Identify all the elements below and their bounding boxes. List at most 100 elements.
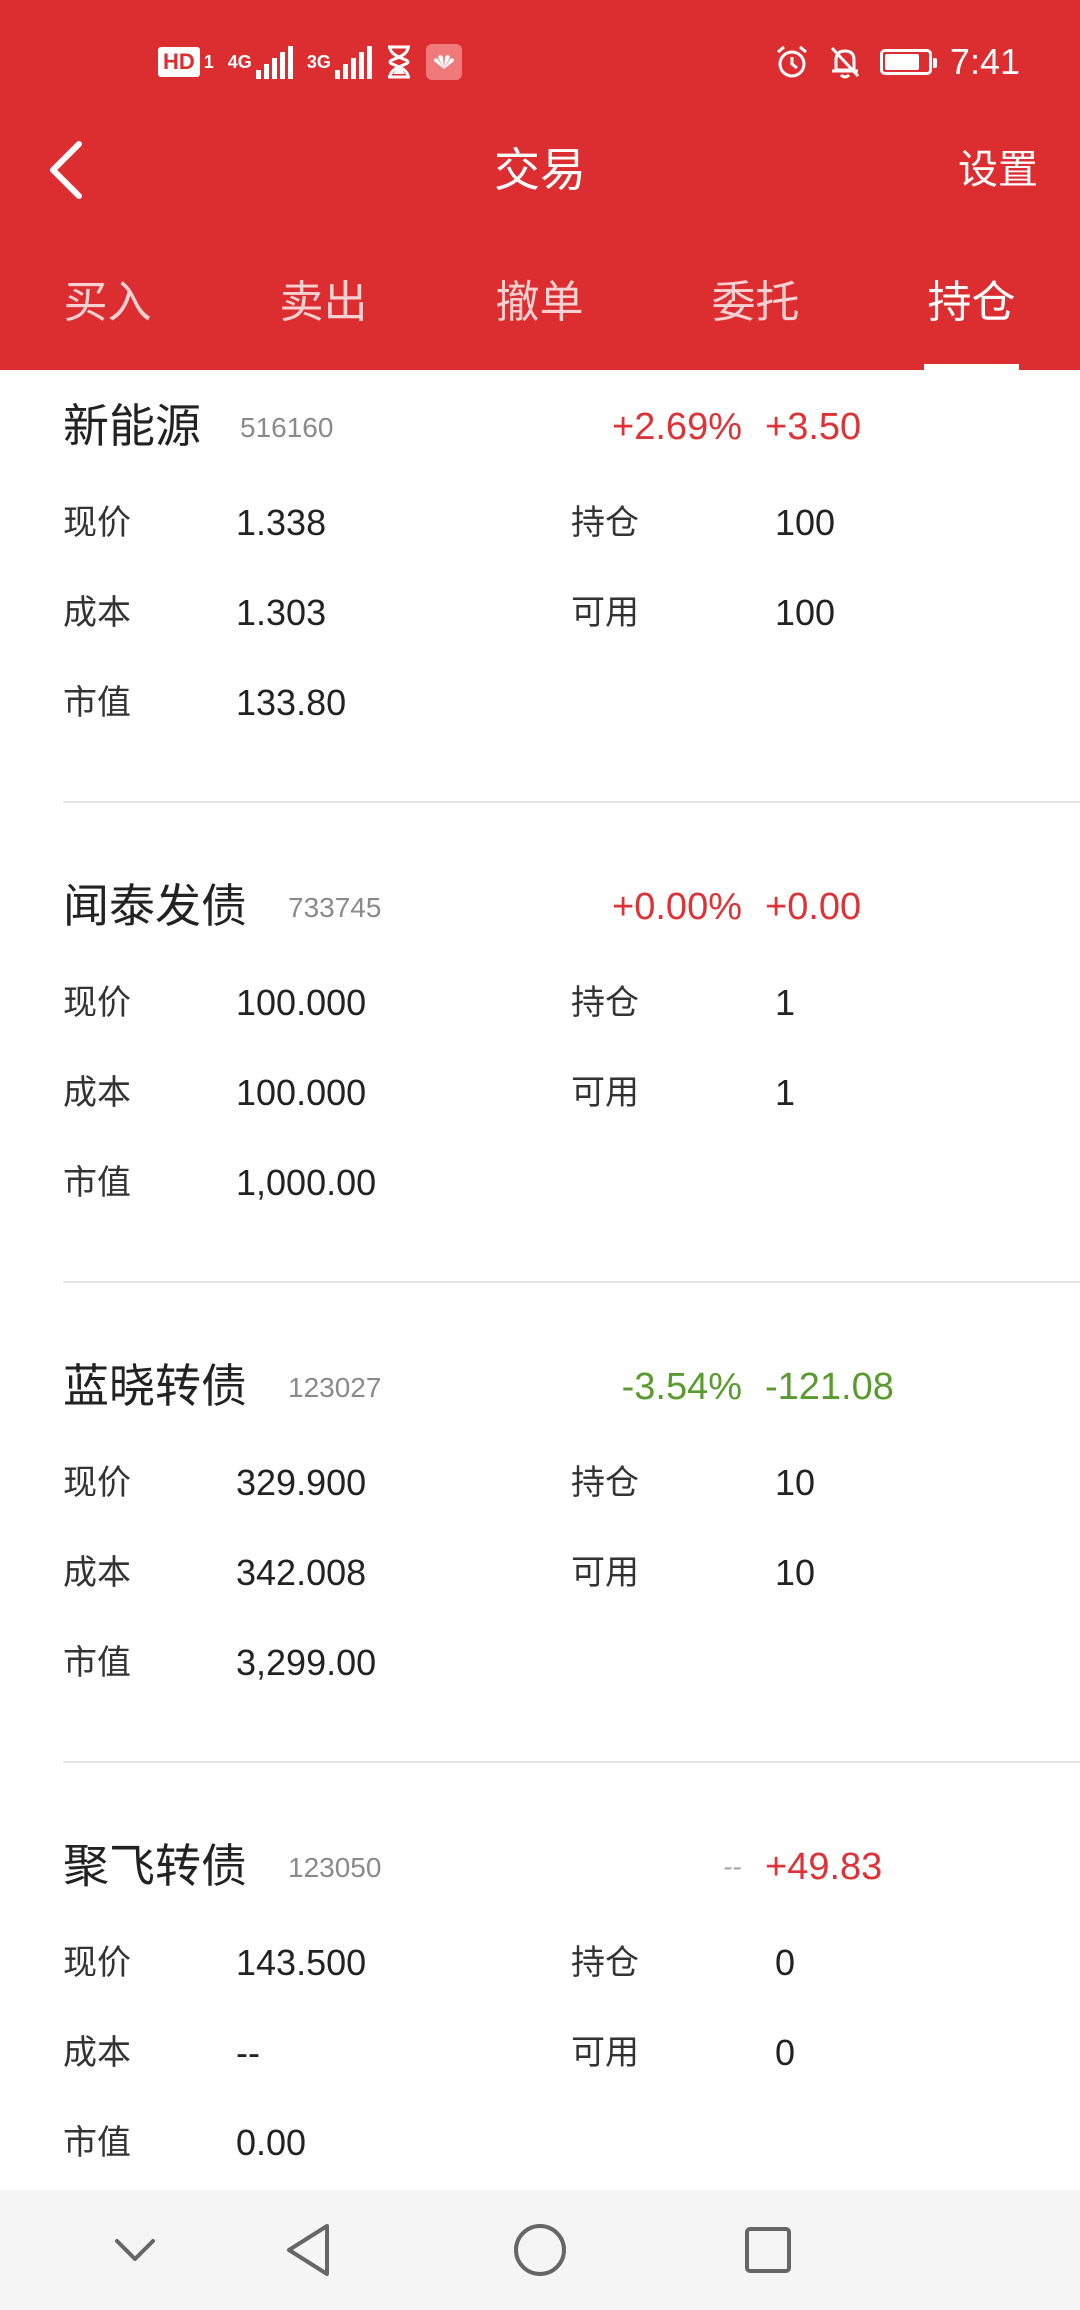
circle-home-icon	[514, 2224, 566, 2276]
tab-label: 撤单	[495, 278, 584, 327]
stock-code: 733745	[288, 892, 382, 923]
collapse-button[interactable]	[95, 2210, 175, 2290]
detail-row: 市值 3,299.00	[0, 1638, 1080, 1688]
stock-name: 蓝晓转债	[63, 1360, 247, 1412]
status-left: HD 1 4G 3G	[158, 42, 462, 82]
detail-row: 现价 100.000 持仓 1	[0, 978, 1080, 1028]
current-price-label: 现价	[63, 1464, 131, 1502]
available-label: 可用	[571, 594, 639, 632]
current-price-label: 现价	[63, 504, 131, 542]
market-value-value: 133.80	[236, 682, 347, 723]
tab-orders[interactable]: 委托	[708, 258, 803, 370]
market-value-label: 市值	[63, 684, 131, 722]
tab-bar: 买入 卖出 撤单 委托 持仓	[0, 258, 1080, 370]
cost-value: --	[236, 2032, 260, 2073]
tab-cancel-order[interactable]: 撤单	[492, 258, 587, 370]
detail-row: 成本 1.303 可用 100	[0, 588, 1080, 638]
cost-label: 成本	[63, 1074, 131, 1112]
market-value-label: 市值	[63, 1164, 131, 1202]
positions-list[interactable]: 新能源 516160 +2.69% +3.50 现价 1.338 持仓 100 …	[0, 370, 1080, 2190]
hourglass-icon	[387, 45, 410, 79]
holding-label: 持仓	[571, 504, 639, 542]
app-header: HD 1 4G 3G 7:41 交易 设置 买入 卖出 撤单 委托 持仓	[0, 0, 1080, 370]
detail-row: 市值 0.00	[0, 2118, 1080, 2168]
market-value-value: 3,299.00	[236, 1642, 377, 1683]
available-label: 可用	[571, 2034, 639, 2072]
current-price-value: 100.000	[236, 982, 367, 1023]
back-button[interactable]	[30, 130, 100, 210]
cost-value: 342.008	[236, 1552, 367, 1593]
holding-label: 持仓	[571, 984, 639, 1022]
detail-row: 成本 342.008 可用 10	[0, 1548, 1080, 1598]
market-value-label: 市值	[63, 2124, 131, 2162]
market-value-label: 市值	[63, 1644, 131, 1682]
stock-name: 新能源	[63, 400, 201, 452]
detail-row: 现价 329.900 持仓 10	[0, 1458, 1080, 1508]
available-value: 10	[775, 1552, 816, 1593]
page-title: 交易	[494, 144, 586, 196]
tab-buy[interactable]: 买入	[60, 258, 155, 370]
profit-loss: +49.83	[765, 1846, 883, 1888]
change-percent: +2.69%	[612, 406, 742, 448]
settings-button[interactable]: 设置	[958, 125, 1038, 215]
position-card[interactable]: 蓝晓转债 123027 -3.54% -121.08 现价 329.900 持仓…	[0, 1283, 1080, 1763]
tab-positions[interactable]: 持仓	[924, 258, 1019, 370]
stock-name: 闻泰发债	[63, 880, 247, 932]
stock-code: 123027	[288, 1372, 382, 1403]
active-tab-indicator	[924, 364, 1019, 370]
market-value-value: 1,000.00	[236, 1162, 377, 1203]
profit-loss: -121.08	[765, 1366, 894, 1408]
network-type-1: 4G	[227, 52, 252, 72]
stock-code: 516160	[240, 412, 334, 443]
current-price-label: 现价	[63, 1944, 131, 1982]
position-card[interactable]: 聚飞转债 123050 -- +49.83 现价 143.500 持仓 0 成本…	[0, 1763, 1080, 2190]
app-badge-icon	[425, 44, 462, 80]
stock-code: 123050	[288, 1852, 382, 1883]
cost-value: 1.303	[236, 592, 327, 633]
status-right: 7:41	[774, 38, 1020, 86]
available-value: 1	[775, 1072, 796, 1113]
detail-row: 市值 1,000.00	[0, 1158, 1080, 1208]
cost-label: 成本	[63, 1554, 131, 1592]
current-price-value: 329.900	[236, 1462, 367, 1503]
positions-scroll: 新能源 516160 +2.69% +3.50 现价 1.338 持仓 100 …	[0, 370, 1080, 2190]
tab-label: 卖出	[279, 278, 368, 327]
detail-row: 市值 133.80	[0, 678, 1080, 728]
battery-icon	[879, 49, 937, 75]
title-bar: 交易 设置	[0, 125, 1080, 215]
change-percent: -3.54%	[621, 1366, 742, 1408]
cost-value: 100.000	[236, 1072, 367, 1113]
signal-icon	[334, 45, 372, 79]
current-price-label: 现价	[63, 984, 131, 1022]
holding-value: 10	[775, 1462, 816, 1503]
current-price-value: 1.338	[236, 502, 327, 543]
nav-back-button[interactable]	[268, 2210, 348, 2290]
cost-label: 成本	[63, 594, 131, 632]
nav-recents-button[interactable]	[728, 2210, 808, 2290]
detail-row: 现价 143.500 持仓 0	[0, 1938, 1080, 1988]
stock-name: 聚飞转债	[63, 1840, 247, 1892]
triangle-back-icon	[287, 2224, 329, 2276]
signal-icon	[255, 45, 293, 79]
profit-loss: +3.50	[765, 406, 862, 448]
current-price-value: 143.500	[236, 1942, 367, 1983]
network-type-2: 3G	[306, 52, 331, 72]
available-label: 可用	[571, 1074, 639, 1112]
holding-value: 0	[775, 1942, 796, 1983]
position-card[interactable]: 闻泰发债 733745 +0.00% +0.00 现价 100.000 持仓 1…	[0, 803, 1080, 1283]
position-card[interactable]: 新能源 516160 +2.69% +3.50 现价 1.338 持仓 100 …	[0, 370, 1080, 803]
hd-icon: HD	[158, 47, 200, 77]
tab-label: 持仓	[927, 278, 1016, 327]
profit-loss: +0.00	[765, 886, 862, 928]
chevron-down-icon	[115, 2239, 155, 2261]
clock: 7:41	[949, 41, 1020, 82]
holding-label: 持仓	[571, 1944, 639, 1982]
tab-sell[interactable]: 卖出	[276, 258, 371, 370]
holding-value: 100	[775, 502, 836, 543]
available-label: 可用	[571, 1554, 639, 1592]
square-recents-icon	[745, 2227, 791, 2273]
tab-label: 委托	[711, 278, 800, 327]
detail-row: 成本 -- 可用 0	[0, 2028, 1080, 2078]
change-percent: --	[723, 1851, 742, 1882]
nav-home-button[interactable]	[500, 2210, 580, 2290]
